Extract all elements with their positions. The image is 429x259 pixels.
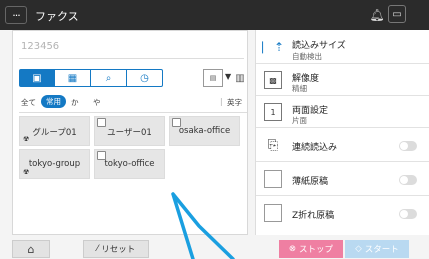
stop-button[interactable]: ⊗ ストップ xyxy=(279,240,343,258)
setting-title: 読込みサイズ xyxy=(292,41,346,51)
toggle-switch[interactable] xyxy=(399,141,417,151)
z-fold-icon xyxy=(264,204,282,222)
destination-tile[interactable]: tokyo-office xyxy=(94,149,165,179)
continuous-scan-icon: ⎘ xyxy=(264,136,282,154)
tab-history[interactable]: ◷ xyxy=(127,69,163,87)
tab-grid[interactable]: ▦ xyxy=(55,69,91,87)
toggle-switch[interactable] xyxy=(399,209,417,219)
tray-icon[interactable]: ▭ xyxy=(388,5,406,23)
setting-scan-size[interactable]: ⎸⇡ 読込みサイズ 自動検出 xyxy=(256,30,429,64)
index-frequent[interactable]: 常用 xyxy=(41,95,66,108)
tile-label: グループ01 xyxy=(32,128,77,138)
destination-tile[interactable]: ユーザー01 xyxy=(94,116,165,146)
reset-button[interactable]: ⁄ リセット xyxy=(83,240,149,258)
setting-z-fold[interactable]: Z折れ原稿 xyxy=(256,196,429,230)
reset-label: リセット xyxy=(101,245,136,255)
setting-title: 連続読込み xyxy=(292,143,338,153)
title-bar: ··· ファクス 🔔︎ ▭ xyxy=(0,0,429,30)
duplex-icon: 1 xyxy=(264,103,282,121)
home-icon: ⌂ xyxy=(27,242,35,256)
thin-paper-icon xyxy=(264,170,282,188)
tab-address-book[interactable]: ▣ xyxy=(19,69,55,87)
destination-panel: 123456 ▣ ▦ ⌕ ◷ ▤ ▼ ▥ 全て 常用 か や | 英字 グループ… xyxy=(12,30,248,235)
menu-button[interactable]: ··· xyxy=(5,6,27,24)
start-label: スタート xyxy=(364,245,399,255)
view-select[interactable]: ▤ xyxy=(203,69,223,87)
setting-resolution[interactable]: ▩ 解像度 精細 xyxy=(256,64,429,96)
tile-label: ユーザー01 xyxy=(107,128,152,138)
tile-label: tokyo-office xyxy=(104,159,155,169)
setting-value: 自動検出 xyxy=(292,52,322,61)
index-english[interactable]: 英字 xyxy=(227,97,242,108)
bottom-bar: ⌂ ⁄ リセット ⊗ ストップ ◇ スタート xyxy=(0,237,429,259)
stop-icon: ⊗ xyxy=(288,244,297,254)
settings-panel: ⎸⇡ 読込みサイズ 自動検出 ▩ 解像度 精細 1 両面設定 片面 ⎘ 連続読込… xyxy=(255,30,429,235)
scan-size-icon: ⎸⇡ xyxy=(262,38,284,56)
history-icon: ◷ xyxy=(140,72,149,84)
group-icon: ☢ xyxy=(23,135,30,143)
destination-tile[interactable]: osaka-office xyxy=(169,116,240,146)
view-select-label: ▤ xyxy=(209,74,217,82)
destination-tabs: ▣ ▦ ⌕ ◷ xyxy=(19,69,163,87)
setting-value: 片面 xyxy=(292,116,307,125)
setting-title: 薄紙原稿 xyxy=(292,177,329,187)
search-icon: ⌕ xyxy=(105,72,112,84)
home-button[interactable]: ⌂ xyxy=(12,240,50,258)
index-ka[interactable]: か xyxy=(71,97,79,108)
tile-label: osaka-office xyxy=(178,126,231,136)
setting-continuous-scan[interactable]: ⎘ 連続読込み xyxy=(256,128,429,162)
setting-duplex[interactable]: 1 両面設定 片面 xyxy=(256,96,429,128)
destination-tile[interactable]: グループ01 ☢ xyxy=(19,116,90,146)
setting-value: 精細 xyxy=(292,84,307,93)
setting-thin-paper[interactable]: 薄紙原稿 xyxy=(256,162,429,196)
index-separator: | xyxy=(220,97,223,106)
reset-icon: ⁄ xyxy=(96,244,99,254)
resolution-icon: ▩ xyxy=(264,71,282,89)
index-ya[interactable]: や xyxy=(93,97,101,108)
toggle-switch[interactable] xyxy=(399,175,417,185)
bell-icon[interactable]: 🔔︎ xyxy=(367,5,387,25)
setting-title: Z折れ原稿 xyxy=(292,211,335,221)
address-book-icon: ▣ xyxy=(32,72,42,84)
destination-tile[interactable]: tokyo-group ☢ xyxy=(19,149,90,179)
tile-label: tokyo-group xyxy=(28,159,81,169)
ellipsis-icon: ··· xyxy=(12,8,20,22)
destination-input[interactable]: 123456 xyxy=(19,37,244,59)
grid-icon: ▦ xyxy=(67,72,78,84)
stop-label: ストップ xyxy=(299,245,334,255)
start-button[interactable]: ◇ スタート xyxy=(345,240,409,258)
address-list-icon[interactable]: ▥ xyxy=(233,69,247,87)
divider xyxy=(19,112,247,113)
chevron-down-icon[interactable]: ▼ xyxy=(225,72,231,81)
index-bar: 全て 常用 か や | 英字 xyxy=(19,95,247,111)
tab-search[interactable]: ⌕ xyxy=(91,69,127,87)
start-icon: ◇ xyxy=(355,244,362,254)
group-icon: ☢ xyxy=(23,168,30,176)
index-all[interactable]: 全て xyxy=(21,97,36,108)
app-title: ファクス xyxy=(35,10,79,23)
